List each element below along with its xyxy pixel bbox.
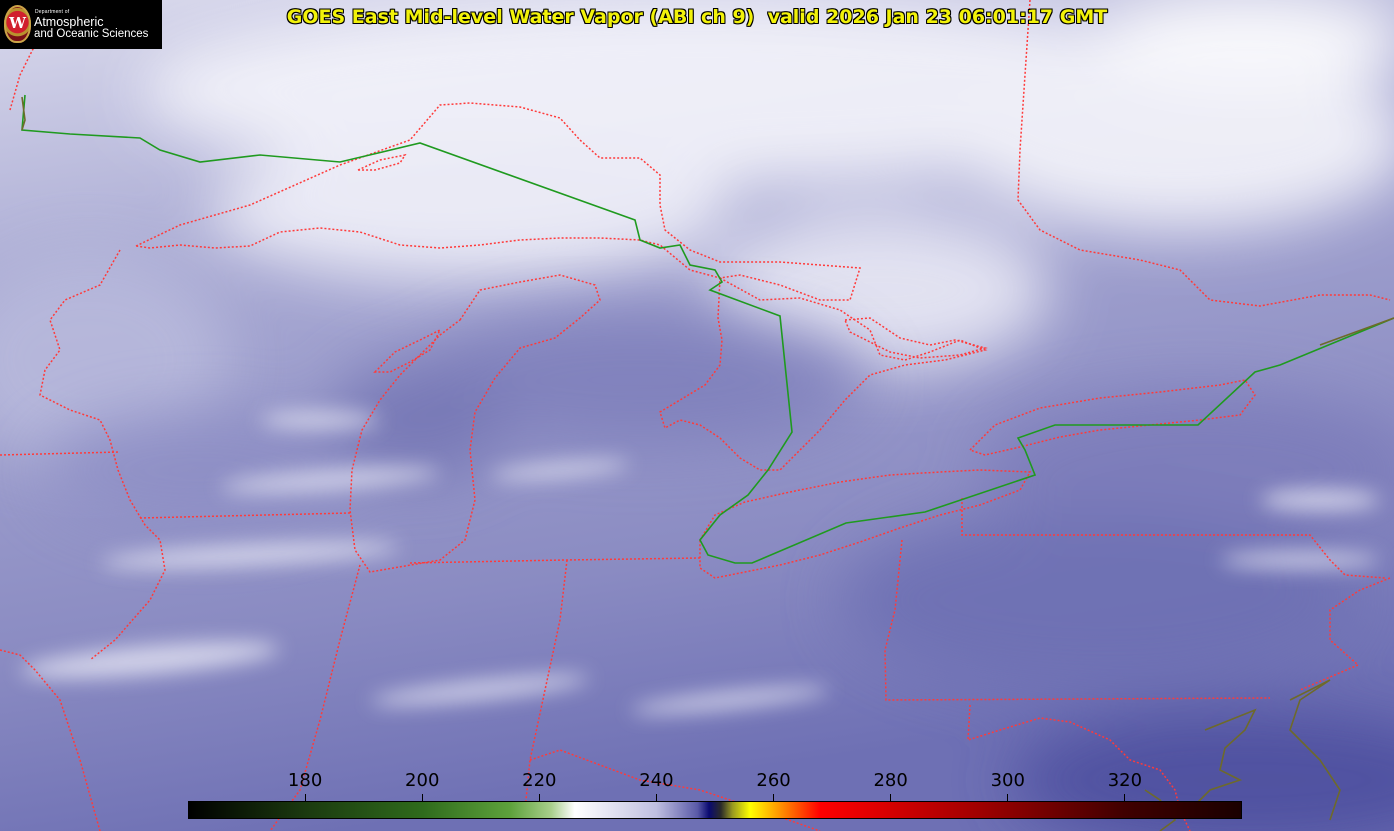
aos-logo: W Department of Atmospheric and Oceanic … (0, 0, 162, 49)
logo-line1: Atmospheric (34, 15, 104, 29)
uw-seal-icon: W (4, 5, 31, 43)
temperature-colorbar (188, 801, 1242, 819)
logo-line2: and Oceanic Sciences (34, 28, 149, 40)
map-title: GOES East Mid-level Water Vapor (ABI ch … (286, 6, 1108, 28)
water-vapor-map (0, 0, 1394, 831)
seal-letter: W (9, 14, 26, 32)
